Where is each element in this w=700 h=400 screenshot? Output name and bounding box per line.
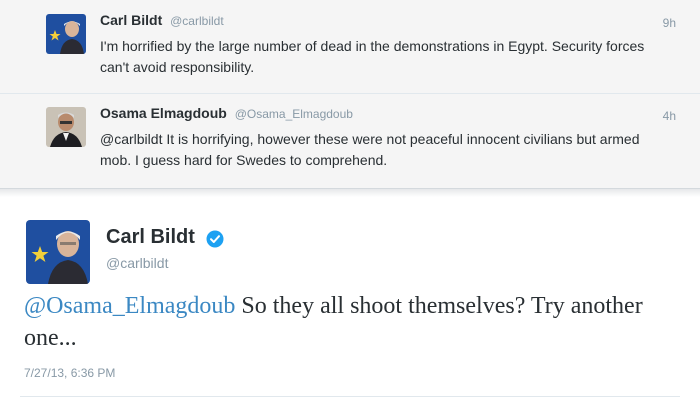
author-handle[interactable]: @Osama_Elmagdoub [235,107,353,121]
tweet-text: I'm horrified by the large number of dea… [100,38,645,75]
mention-link[interactable]: @Osama_Elmagdoub [24,293,235,319]
author-name[interactable]: Osama Elmagdoub [100,105,227,121]
tweet-osama-elmagdoub[interactable]: 4h Osama Elmagdoub @Osama_Elmagdoub @car… [0,94,700,189]
tweet-header: Carl Bildt @carlbildt [100,12,224,28]
author-name[interactable]: Carl Bildt [100,12,162,28]
tweet-time[interactable]: 9h [663,16,676,30]
avatar[interactable] [46,107,86,147]
tweet-text: @carlbildt It is horrifying, however the… [100,131,640,168]
main-author-handle[interactable]: @carlbildt [106,255,168,271]
main-author-name[interactable]: Carl Bildt [106,226,195,249]
tweet-header: Osama Elmagdoub @Osama_Elmagdoub [100,105,353,121]
author-handle[interactable]: @carlbildt [170,14,224,28]
section-divider [0,189,700,197]
bottom-divider [20,396,680,397]
tweet-carl-bildt[interactable]: 9h Carl Bildt @carlbildt I'm horrified b… [0,0,700,94]
tweet-timestamp[interactable]: 7/27/13, 6:36 PM [24,366,115,380]
avatar[interactable] [26,220,90,284]
verified-badge-icon [206,230,224,248]
main-tweet-text: @Osama_Elmagdoub So they all shoot thems… [24,290,674,354]
avatar[interactable] [46,14,86,54]
tweet-time[interactable]: 4h [663,109,676,123]
